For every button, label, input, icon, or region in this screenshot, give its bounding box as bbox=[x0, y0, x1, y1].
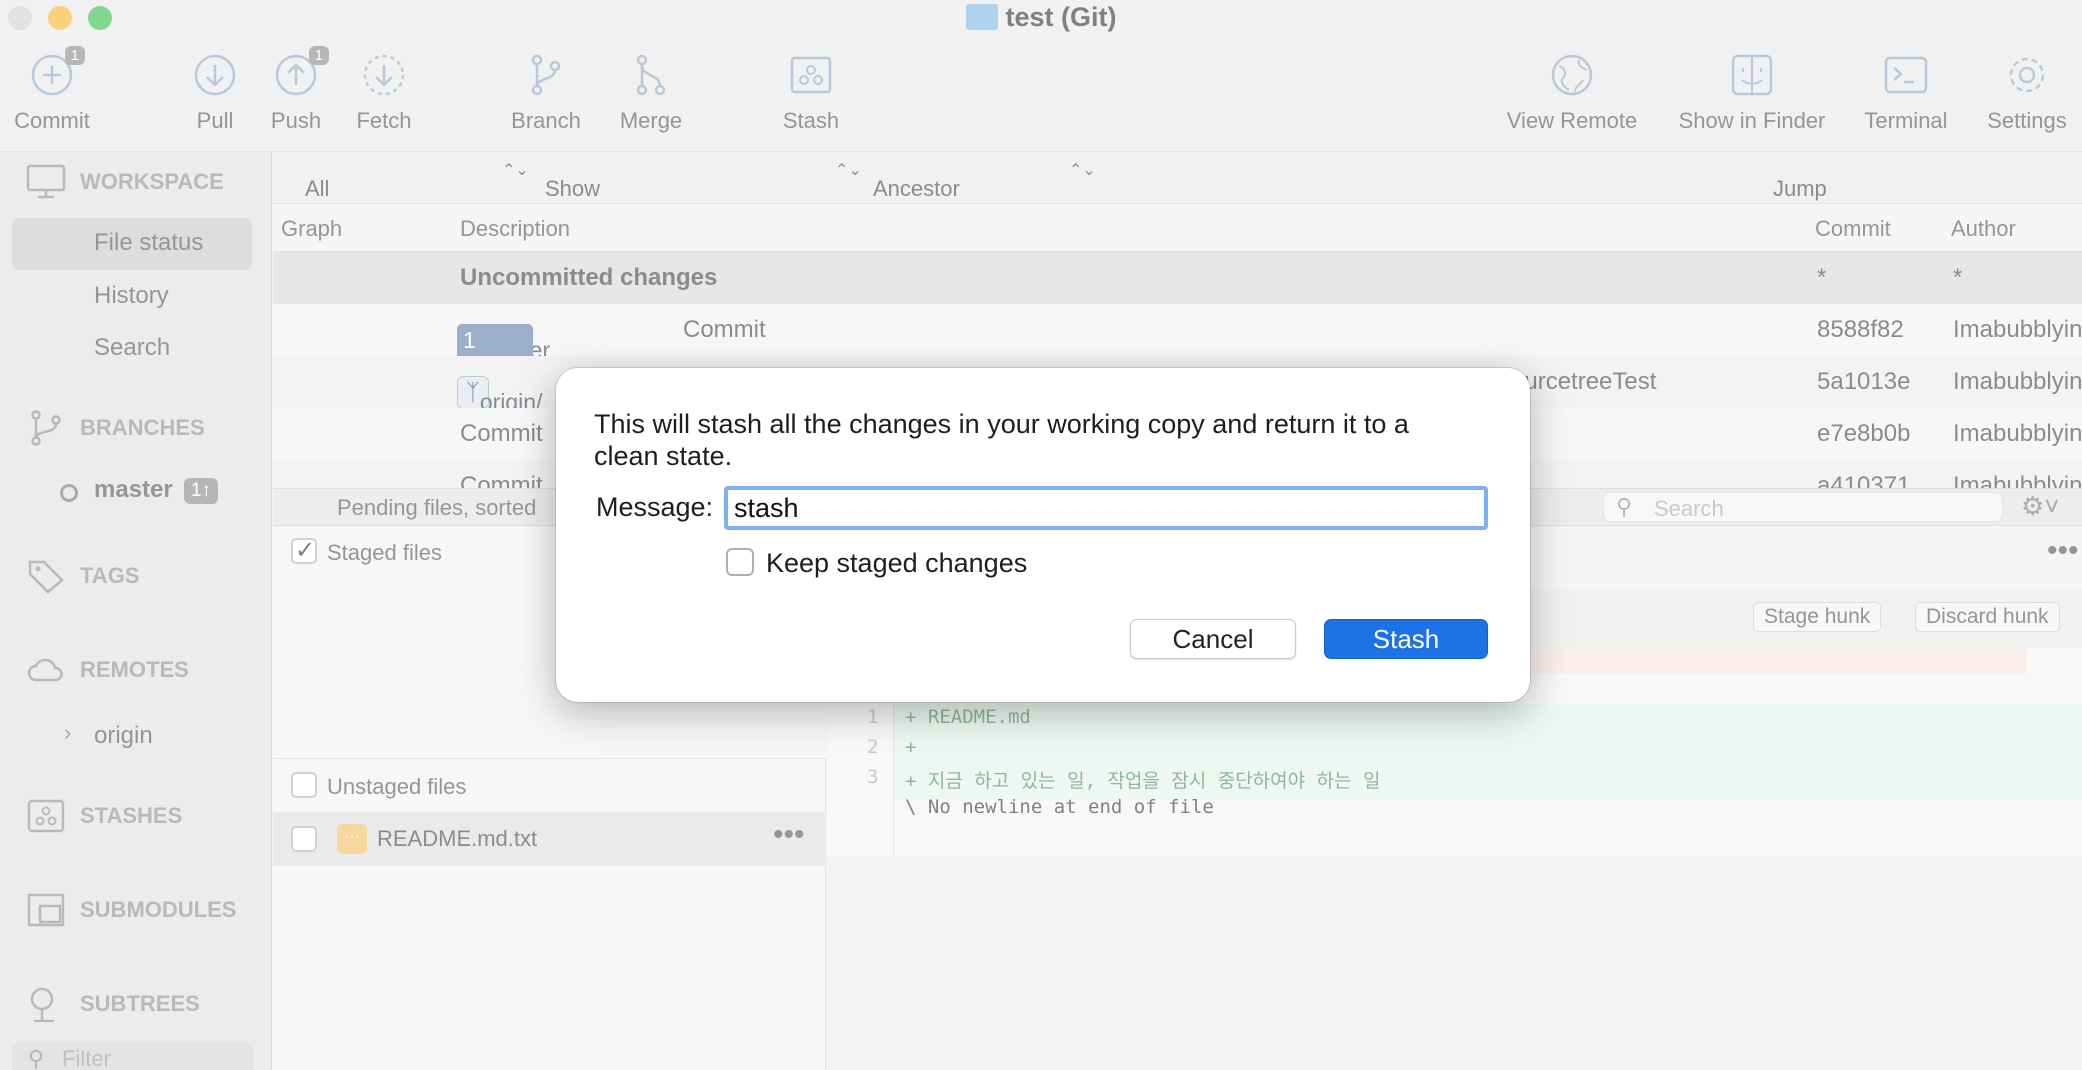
stash-message-input[interactable] bbox=[724, 486, 1488, 530]
stash-dialog: This will stash all the changes in your … bbox=[556, 368, 1530, 702]
message-label: Message: bbox=[596, 492, 714, 522]
dialog-message: This will stash all the changes in your … bbox=[594, 409, 1409, 471]
cancel-button[interactable]: Cancel bbox=[1130, 619, 1296, 659]
stash-confirm-button[interactable]: Stash bbox=[1324, 619, 1488, 659]
keep-staged-checkbox[interactable] bbox=[726, 548, 754, 576]
keep-staged-label[interactable]: Keep staged changes bbox=[766, 548, 1027, 579]
